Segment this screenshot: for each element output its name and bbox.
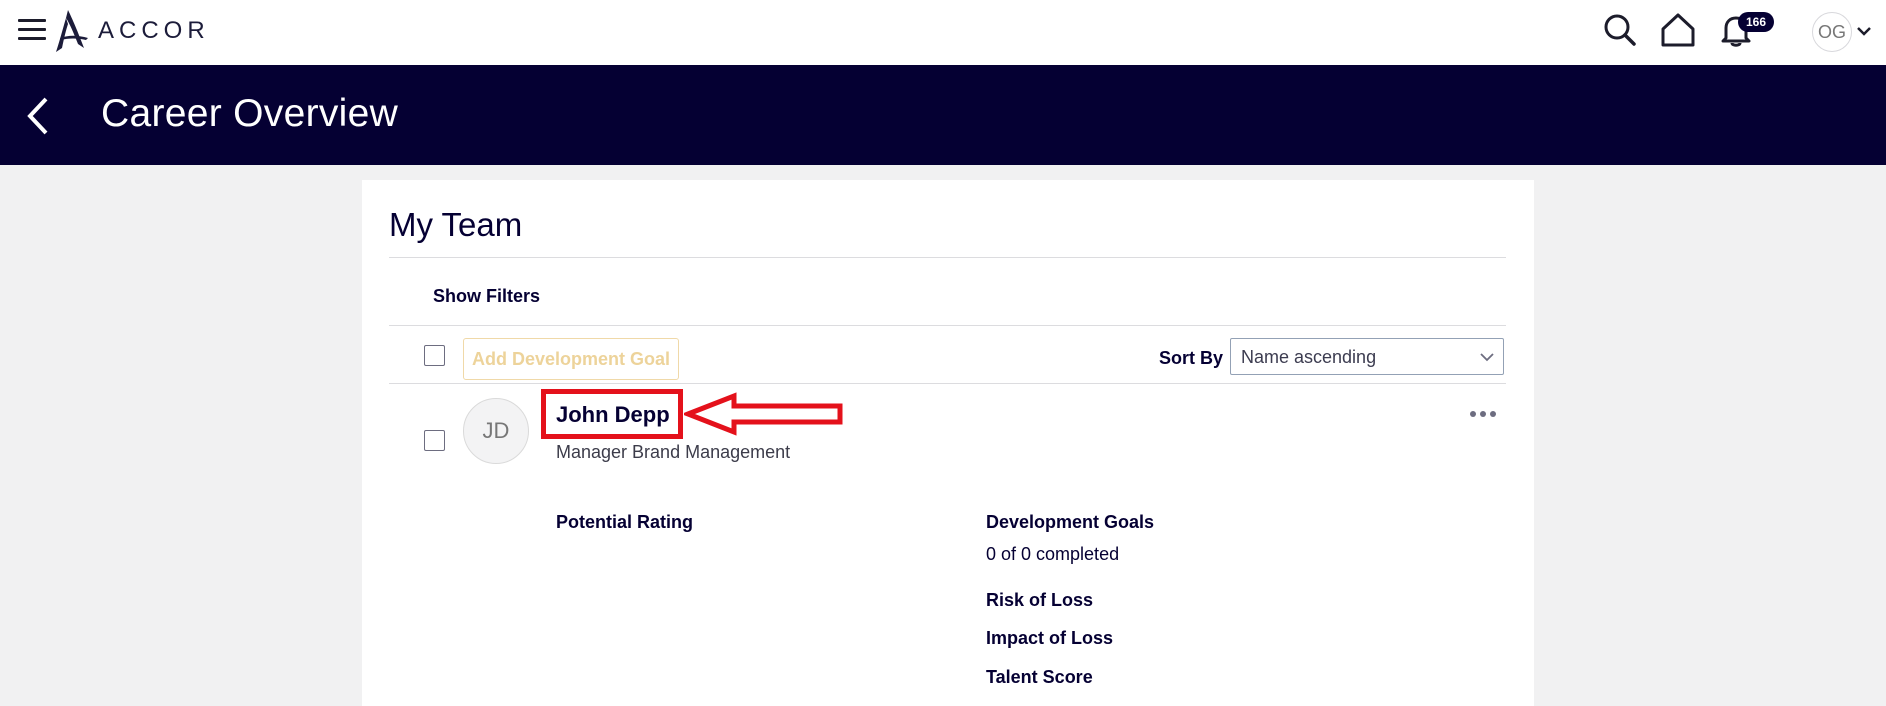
development-goals-label: Development Goals xyxy=(986,512,1155,532)
member-name-link[interactable]: John Depp xyxy=(556,402,670,428)
divider xyxy=(389,257,1506,258)
show-filters-link[interactable]: Show Filters xyxy=(433,286,540,307)
member-checkbox[interactable] xyxy=(424,430,445,451)
sort-by-label: Sort By xyxy=(1159,348,1224,368)
page-header: Career Overview xyxy=(0,65,1886,165)
more-options-icon[interactable] xyxy=(1468,406,1498,422)
search-icon[interactable] xyxy=(1600,10,1640,50)
sort-by-select[interactable]: Name ascending xyxy=(1230,338,1504,375)
page-title: Career Overview xyxy=(101,92,399,135)
accor-logo-mark xyxy=(56,10,88,52)
top-navigation-bar: ACCOR 166 OG xyxy=(0,0,1886,65)
home-icon[interactable] xyxy=(1658,10,1698,50)
impact-of-loss-label: Impact of Loss xyxy=(986,628,1114,648)
hamburger-menu-icon[interactable] xyxy=(18,17,46,43)
add-development-goal-button[interactable]: Add Development Goal xyxy=(463,338,679,380)
team-card: My Team Show Filters Add Development Goa… xyxy=(362,180,1534,706)
chevron-down-icon xyxy=(1480,353,1494,362)
back-arrow-icon[interactable] xyxy=(24,95,54,137)
chevron-down-icon[interactable] xyxy=(1855,22,1873,40)
potential-rating-label: Potential Rating xyxy=(556,512,694,532)
development-goals-value[interactable]: 0 of 0 completed xyxy=(986,544,1119,565)
talent-score-label: Talent Score xyxy=(986,667,1093,687)
divider xyxy=(389,383,1506,384)
select-all-checkbox[interactable] xyxy=(424,345,445,366)
user-avatar[interactable]: OG xyxy=(1812,12,1852,52)
member-role: Manager Brand Management xyxy=(556,442,791,462)
annotation-arrow-icon xyxy=(684,392,843,436)
sort-by-value: Name ascending xyxy=(1241,347,1377,367)
member-avatar: JD xyxy=(463,398,529,464)
risk-of-loss-label: Risk of Loss xyxy=(986,590,1094,610)
brand-name: ACCOR xyxy=(98,17,210,44)
section-title: My Team xyxy=(389,206,523,243)
accor-logo[interactable]: ACCOR xyxy=(54,8,210,54)
divider xyxy=(389,325,1506,326)
notification-count-badge: 166 xyxy=(1738,12,1775,32)
